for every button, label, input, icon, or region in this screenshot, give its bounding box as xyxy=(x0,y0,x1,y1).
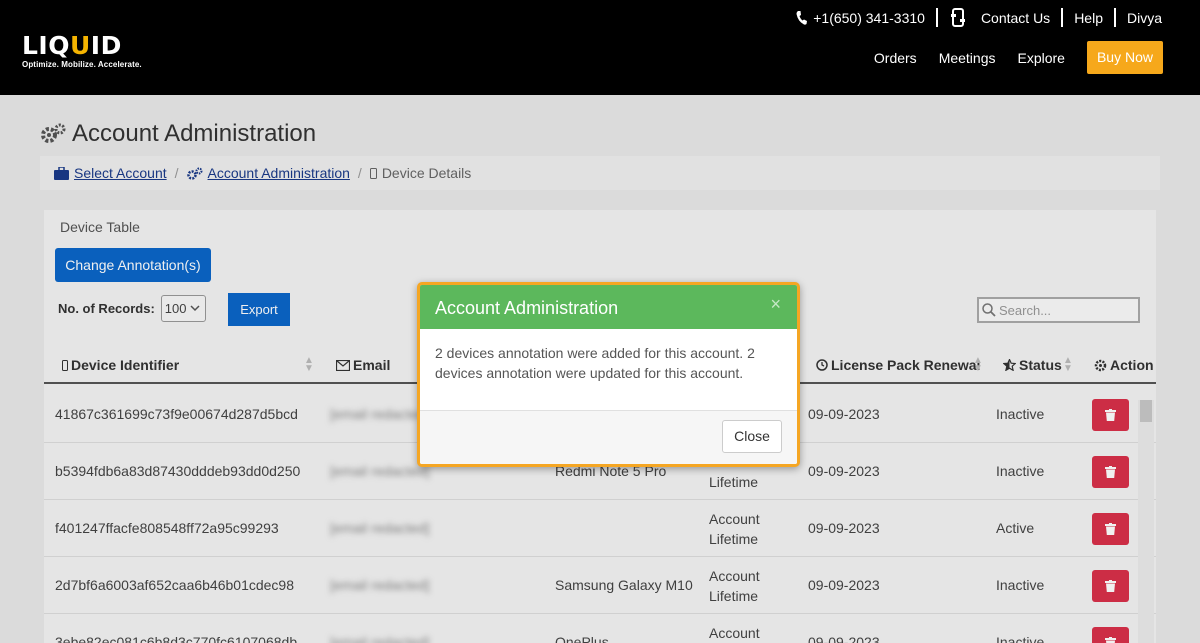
notification-modal: Account Administration × 2 devices annot… xyxy=(417,282,800,467)
help-label: Help xyxy=(1074,9,1103,26)
modal-header: Account Administration × xyxy=(420,285,797,329)
liquid-logo[interactable]: LIQUID Optimize. Mobilize. Accelerate. xyxy=(22,31,142,70)
phone-number: +1(650) 341-3310 xyxy=(813,9,925,26)
modal-footer: Close xyxy=(420,411,797,464)
phone-icon xyxy=(796,10,808,25)
contact-us-label: Contact Us xyxy=(980,9,1051,26)
top-utility-bar: +1(650) 341-3310 Contact Us Help Divya xyxy=(796,8,1162,27)
modal-message: 2 devices annotation were added for this… xyxy=(420,329,797,411)
contact-us-link[interactable]: Contact Us xyxy=(949,8,1050,27)
divider xyxy=(935,8,938,27)
logo-text-pre: LIQ xyxy=(22,31,70,60)
main-nav: Orders Meetings Explore Buy Now xyxy=(874,41,1163,74)
divider xyxy=(1113,8,1116,27)
nav-explore[interactable]: Explore xyxy=(1018,50,1065,66)
top-header: LIQUID Optimize. Mobilize. Accelerate. +… xyxy=(0,0,1200,95)
nav-meetings[interactable]: Meetings xyxy=(939,50,996,66)
modal-title: Account Administration xyxy=(435,298,619,318)
help-link[interactable]: Help xyxy=(1074,10,1103,26)
nav-orders[interactable]: Orders xyxy=(874,50,917,66)
mobile-contact-icon xyxy=(950,8,965,27)
close-icon[interactable]: × xyxy=(770,294,781,315)
phone-link[interactable]: +1(650) 341-3310 xyxy=(796,10,925,26)
logo-tagline: Optimize. Mobilize. Accelerate. xyxy=(22,60,142,69)
divider xyxy=(1061,8,1064,27)
close-button[interactable]: Close xyxy=(722,420,782,453)
logo-text-post: ID xyxy=(90,31,122,60)
logo-text-u: U xyxy=(69,31,91,60)
user-menu[interactable]: Divya xyxy=(1127,10,1162,26)
buy-now-button[interactable]: Buy Now xyxy=(1086,41,1163,74)
user-name: Divya xyxy=(1126,9,1162,26)
